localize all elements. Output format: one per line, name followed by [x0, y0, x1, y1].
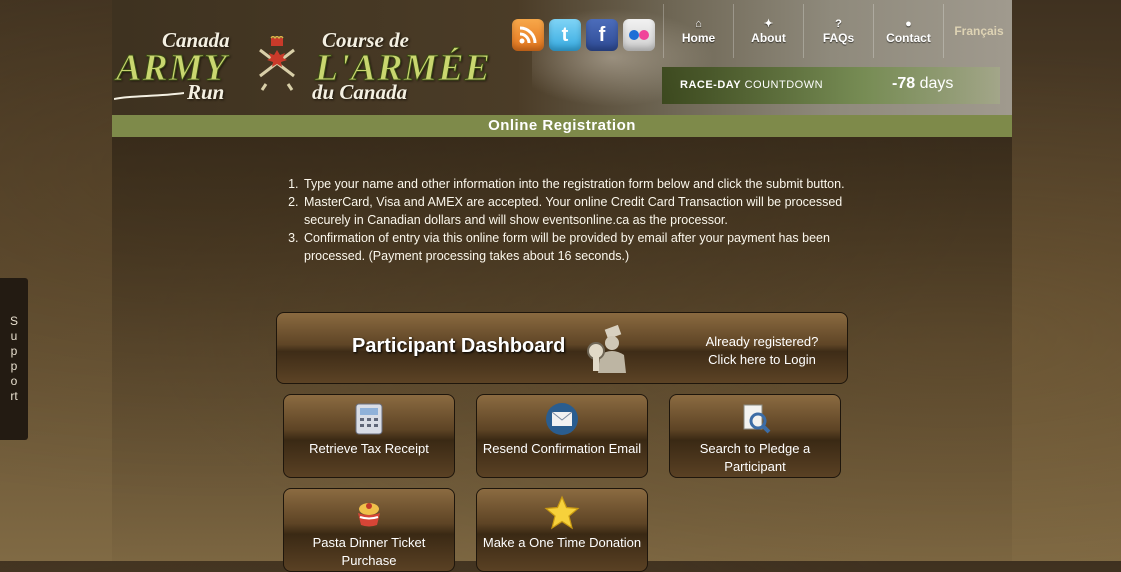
- support-label: Support: [9, 314, 18, 403]
- retrieve-tax-receipt-button[interactable]: Retrieve Tax Receipt: [283, 394, 455, 478]
- make-one-time-donation-button[interactable]: Make a One Time Donation: [476, 488, 648, 572]
- social-links: t f: [512, 19, 655, 51]
- flickr-icon[interactable]: [623, 19, 655, 51]
- search-to-pledge-button[interactable]: Search to Pledge a Participant: [669, 394, 841, 478]
- countdown-value: -78 days: [892, 75, 954, 92]
- main-content: Type your name and other information int…: [112, 137, 1012, 572]
- registration-instructions: Type your name and other information int…: [284, 175, 872, 265]
- tile-label: Search to Pledge a Participant: [699, 441, 811, 474]
- tile-label: Resend Confirmation Email: [482, 441, 642, 456]
- instruction-item: Confirmation of entry via this online fo…: [302, 229, 872, 265]
- logo-en-line3: Run: [187, 80, 225, 104]
- nav-home[interactable]: ⌂ Home: [663, 4, 733, 58]
- nav-faqs-label: FAQs: [822, 30, 855, 45]
- nav-contact-label: Contact: [886, 30, 931, 45]
- nav-language-link[interactable]: Français: [943, 4, 1012, 58]
- logo-swoosh-icon: [114, 92, 184, 100]
- person-icon: ●: [905, 17, 912, 30]
- page-title: Online Registration: [112, 115, 1012, 137]
- site-logo[interactable]: Canada ARMY Run Course de L'ARMÉE du Can…: [112, 28, 502, 106]
- dashboard-person-icon: [587, 324, 626, 373]
- twitter-icon[interactable]: t: [549, 19, 581, 51]
- nav-faqs[interactable]: ? FAQs: [803, 4, 873, 58]
- facebook-icon[interactable]: f: [586, 19, 618, 51]
- page-wrapper: Canada ARMY Run Course de L'ARMÉE du Can…: [112, 0, 1012, 572]
- instruction-item: MasterCard, Visa and AMEX are accepted. …: [302, 193, 872, 229]
- email-icon: [546, 403, 578, 435]
- logo-fr-line3: du Canada: [312, 80, 408, 104]
- army-crest-icon: [259, 36, 295, 91]
- race-day-countdown: RACE-DAY COUNTDOWN -78 days: [662, 67, 1000, 104]
- main-nav: ⌂ Home ✦ About ? FAQs ● Contact Français: [663, 4, 1012, 58]
- resend-confirmation-email-button[interactable]: Resend Confirmation Email: [476, 394, 648, 478]
- nav-contact[interactable]: ● Contact: [873, 4, 943, 58]
- dashboard-line1: Already registered?: [705, 334, 819, 349]
- participant-dashboard-button[interactable]: Participant Dashboard Already registered…: [276, 312, 848, 384]
- dashboard-login-prompt: Already registered? Click here to Login: [682, 333, 842, 369]
- star-icon: [544, 495, 580, 530]
- nav-home-label: Home: [681, 30, 716, 45]
- dashboard-title: Participant Dashboard: [352, 335, 566, 357]
- rss-icon[interactable]: [512, 19, 544, 51]
- instruction-item: Type your name and other information int…: [302, 175, 872, 193]
- support-tab[interactable]: Support: [0, 278, 28, 440]
- tile-label: Pasta Dinner Ticket Purchase: [312, 535, 426, 568]
- nav-about-label: About: [751, 30, 786, 45]
- dashboard-line2: Click here to Login: [708, 352, 816, 367]
- magnifier-document-icon: [743, 404, 771, 434]
- tile-label: Make a One Time Donation: [482, 535, 642, 550]
- question-icon: ?: [835, 17, 842, 30]
- calculator-icon: [355, 403, 383, 435]
- site-header: Canada ARMY Run Course de L'ARMÉE du Can…: [112, 0, 1012, 115]
- home-icon: ⌂: [695, 17, 702, 30]
- pasta-dinner-ticket-button[interactable]: Pasta Dinner Ticket Purchase: [283, 488, 455, 572]
- tile-label: Retrieve Tax Receipt: [309, 441, 429, 456]
- countdown-label: RACE-DAY COUNTDOWN: [680, 79, 824, 91]
- nav-about[interactable]: ✦ About: [733, 4, 803, 58]
- pasta-bowl-icon: [358, 503, 380, 527]
- maple-leaf-icon: ✦: [763, 17, 774, 30]
